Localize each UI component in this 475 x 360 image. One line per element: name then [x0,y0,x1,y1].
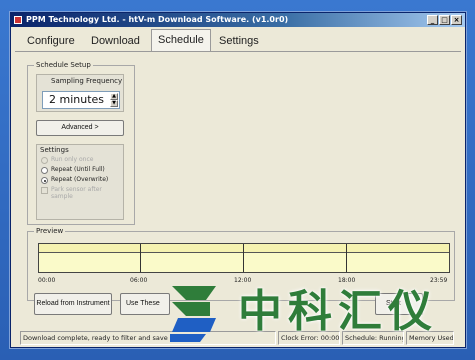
repeat-until-full-label: Repeat (Until Full) [51,166,105,173]
repeat-overwrite-label: Repeat (Overwrite) [51,176,109,183]
timeline-gridline [243,244,244,272]
use-these-button[interactable]: Use These [120,293,170,315]
repeat-overwrite-radio[interactable] [41,177,48,184]
repeat-until-full-radio[interactable] [41,167,48,174]
maximize-button[interactable]: □ [439,15,450,25]
park-sensor-label-line2: sample [51,193,73,200]
timeline-gridline [346,244,347,272]
preview-title: Preview [34,226,66,236]
watermark-text: 中科汇仪 [238,286,438,337]
tab-configure[interactable]: Configure [21,31,81,51]
sampling-frequency-label: Sampling Frequency [51,77,123,85]
sampling-frequency-value: 2 minutes [49,93,105,106]
park-sensor-checkbox[interactable] [41,187,48,194]
preview-timeline [38,243,450,273]
minimize-button[interactable]: _ [427,15,438,25]
run-once-radio[interactable] [41,157,48,164]
sampling-frequency-spinner[interactable]: 2 minutes ▲ ▼ [42,91,120,109]
close-button[interactable]: × [451,15,462,25]
spinner-buttons: ▲ ▼ [110,93,118,107]
reload-from-instrument-button[interactable]: Reload from Instrument [34,293,112,315]
tab-download[interactable]: Download [85,31,146,51]
schedule-setup-title: Schedule Setup [34,60,93,70]
settings-box: Settings Run only once Repeat (Until Ful… [36,144,124,220]
sampling-frequency-box: Sampling Frequency 2 minutes ▲ ▼ [36,74,124,112]
advanced-button[interactable]: Advanced > [36,120,124,136]
window-controls: _ □ × [427,15,462,25]
tab-schedule[interactable]: Schedule [151,29,211,51]
spin-down-icon[interactable]: ▼ [110,100,118,107]
tab-settings[interactable]: Settings [213,31,265,51]
tick-label-0000: 00:00 [38,277,56,284]
tick-label-0600: 06:00 [130,277,148,284]
tab-divider [15,51,461,52]
settings-title: Settings [40,146,69,154]
tab-strip: Configure Download Schedule Settings [15,29,461,51]
schedule-setup-group: Schedule Setup Sampling Frequency 2 minu… [27,60,135,225]
preview-band [39,244,449,253]
watermark: 中科汇仪 [166,280,464,348]
window-title: PPM Technology Ltd. - htV-m Download Sof… [26,15,289,24]
timeline-gridline [140,244,141,272]
watermark-logo-icon [170,286,216,342]
spin-up-icon[interactable]: ▲ [110,93,118,100]
title-bar: PPM Technology Ltd. - htV-m Download Sof… [11,13,465,27]
app-icon [14,16,22,24]
run-once-label: Run only once [51,156,94,163]
